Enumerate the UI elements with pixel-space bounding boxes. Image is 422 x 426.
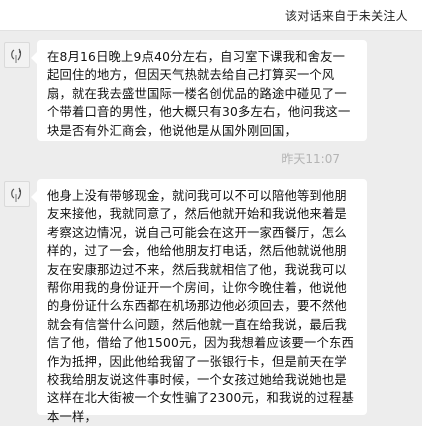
message-text: 他身上没有带够现金，就问我可以不可以陪他等到他朋友来接他，我就同意了，然后他就开… <box>47 189 355 424</box>
stranger-notice-bar: 该对话来自于未关注人 <box>0 0 422 31</box>
message-text: 在8月16日晚上9点40分左右，自习室下课我和舍友一起回住的地方，但因天气热就去… <box>47 50 351 138</box>
avatar-sketch-icon <box>11 187 21 202</box>
avatar-sketch-icon <box>11 48 21 63</box>
message-bubble[interactable]: 在8月16日晚上9点40分左右，自习室下课我和舍友一起回住的地方，但因天气热就去… <box>31 40 367 141</box>
message-bubble[interactable]: 他身上没有带够现金，就问我可以不可以陪他等到他朋友来接他，我就同意了，然后他就开… <box>31 179 367 424</box>
stranger-notice-text: 该对话来自于未关注人 <box>284 9 408 23</box>
contact-avatar[interactable] <box>4 181 30 207</box>
contact-avatar[interactable] <box>4 42 30 68</box>
message-timestamp: 昨天11:07 <box>281 152 340 166</box>
